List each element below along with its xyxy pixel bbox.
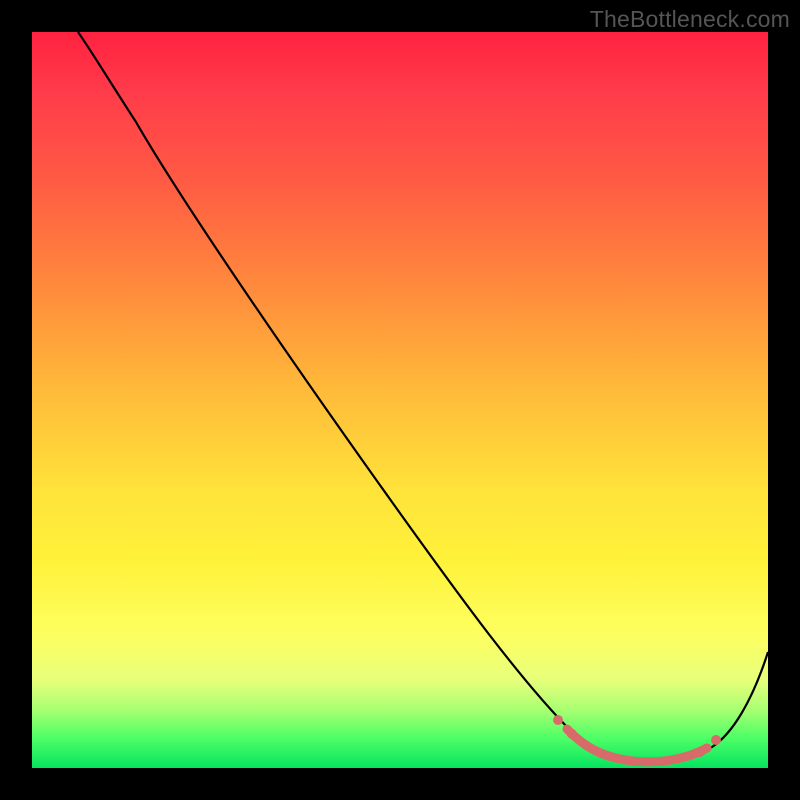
watermark-text: TheBottleneck.com: [590, 6, 790, 33]
chart-overlay: [32, 32, 768, 768]
highlight-dot-right-outer: [711, 735, 721, 745]
highlight-dot-left-outer: [553, 715, 563, 725]
chart-frame: TheBottleneck.com: [0, 0, 800, 800]
highlight-trough-segment: [567, 729, 707, 762]
highlight-dot-right-inner: [695, 747, 705, 757]
bottleneck-curve: [78, 32, 768, 763]
highlight-dot-left-inner: [567, 729, 577, 739]
